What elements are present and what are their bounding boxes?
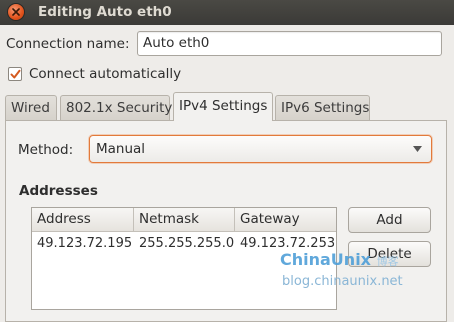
cell-netmask[interactable]: 255.255.255.0: [134, 236, 240, 251]
close-icon: [12, 8, 20, 16]
checkmark-icon: [10, 69, 21, 79]
method-label: Method:: [18, 142, 74, 158]
column-header-netmask[interactable]: Netmask: [134, 208, 235, 232]
chevron-down-icon: [413, 146, 422, 152]
close-button[interactable]: [8, 4, 24, 20]
delete-address-button[interactable]: Delete: [348, 241, 431, 267]
add-address-button[interactable]: Add: [348, 207, 431, 233]
tab-8021x-security[interactable]: 802.1x Security: [60, 95, 172, 120]
method-value: Manual: [96, 141, 146, 157]
column-header-gateway[interactable]: Gateway: [235, 208, 336, 232]
connection-name-label: Connection name:: [6, 36, 130, 52]
connection-name-input[interactable]: Auto eth0: [137, 31, 442, 56]
addresses-heading: Addresses: [19, 183, 98, 199]
method-select[interactable]: Manual: [89, 135, 432, 163]
column-header-address[interactable]: Address: [32, 208, 134, 232]
cell-gateway[interactable]: 49.123.72.253: [235, 236, 336, 251]
window-title: Editing Auto eth0: [38, 4, 172, 20]
tab-wired[interactable]: Wired: [5, 95, 57, 120]
tab-ipv4-settings[interactable]: IPv4 Settings: [173, 92, 273, 121]
window-titlebar: Editing Auto eth0: [0, 0, 454, 25]
tab-ipv6-settings[interactable]: IPv6 Settings: [275, 95, 370, 120]
addresses-table[interactable]: Address Netmask Gateway 49.123.72.195 25…: [31, 207, 337, 310]
connect-automatically-checkbox[interactable]: [8, 67, 22, 81]
cell-address[interactable]: 49.123.72.195: [32, 236, 139, 251]
connect-automatically-label[interactable]: Connect automatically: [29, 66, 181, 82]
